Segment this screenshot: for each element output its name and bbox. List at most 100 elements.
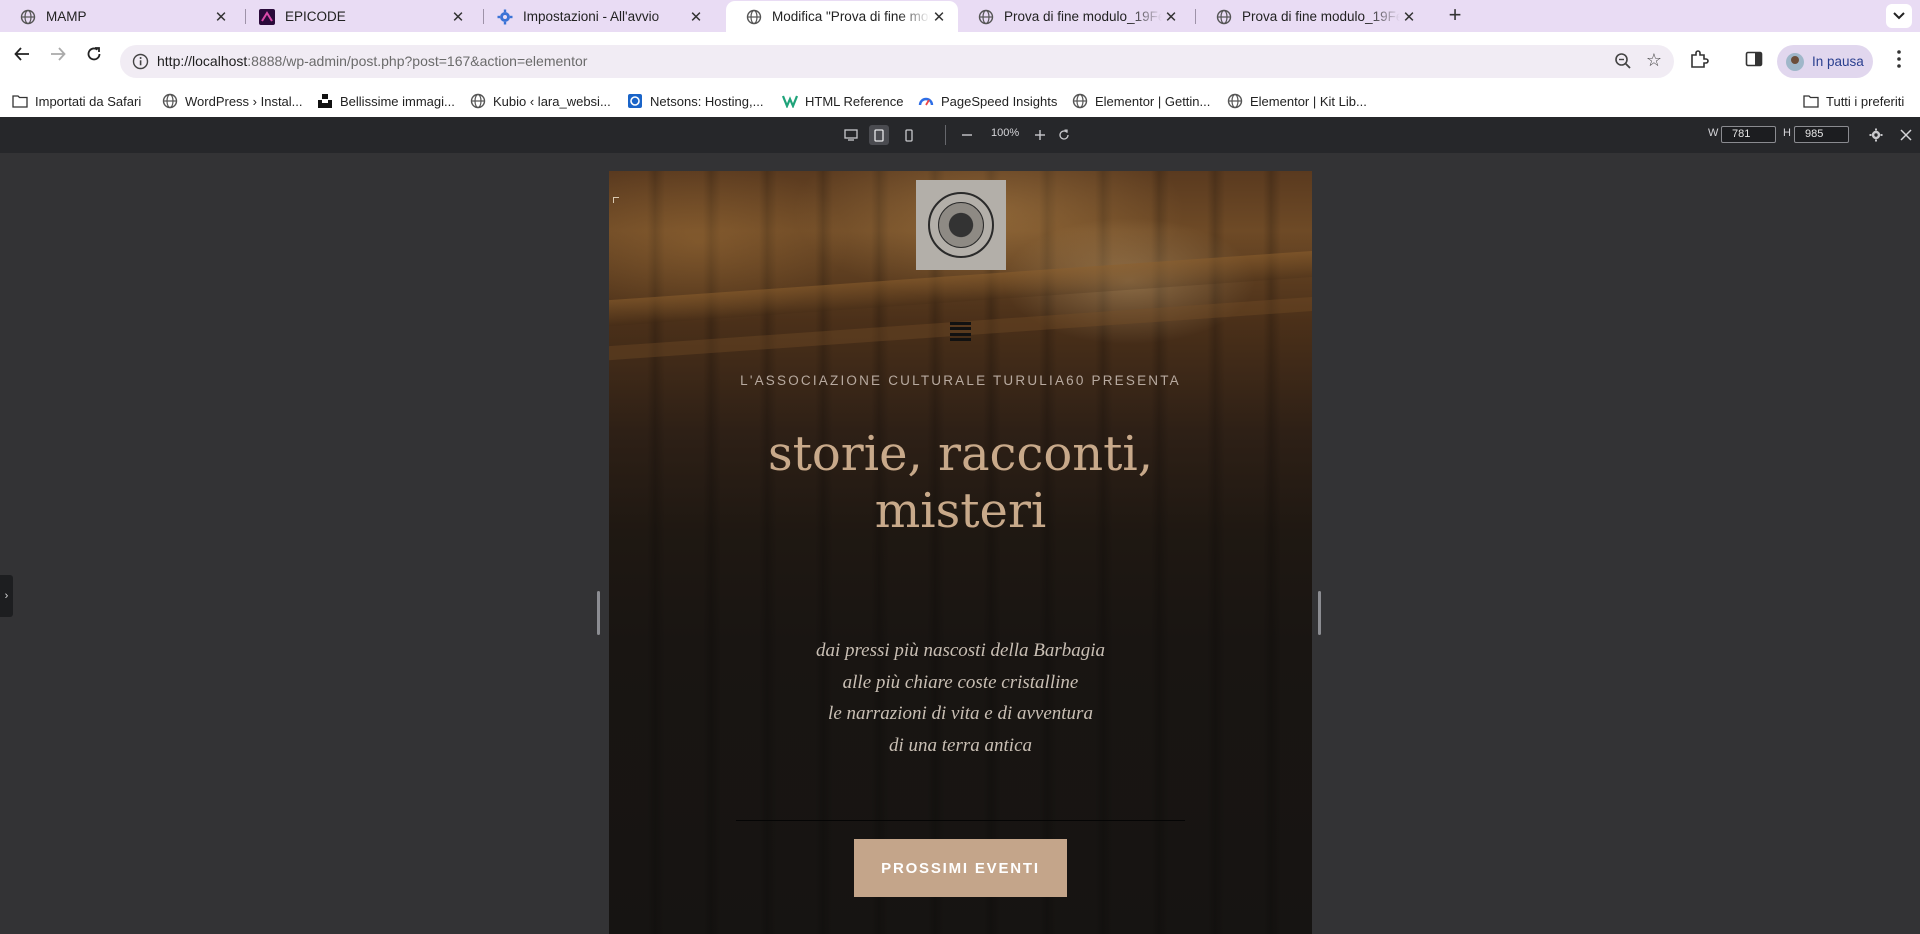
close-icon[interactable]: ✕ (687, 8, 705, 26)
profile-button[interactable]: In pausa (1777, 45, 1873, 78)
address-bar[interactable]: http://localhost:8888/wp-admin/post.php?… (120, 45, 1674, 78)
tab-mamp[interactable]: MAMP ✕ (0, 1, 240, 32)
tab-settings[interactable]: Impostazioni - All'avvio ✕ (477, 1, 715, 32)
chevron-down-icon (1893, 12, 1905, 20)
hero-headline: storie, racconti, misteri (767, 426, 1154, 539)
epicode-icon (259, 8, 275, 25)
globe-icon (162, 93, 178, 109)
zoom-icon[interactable] (1614, 52, 1632, 70)
bookmark-html-reference[interactable]: HTML Reference (782, 89, 904, 113)
close-icon[interactable]: ✕ (1162, 8, 1180, 26)
arrow-left-icon (14, 47, 29, 61)
settings-button[interactable] (1866, 125, 1886, 145)
extensions-icon[interactable] (1688, 48, 1710, 70)
globe-icon (746, 9, 762, 25)
tab-preview-2[interactable]: Prova di fine modulo_19Febbraio ✕ (1196, 1, 1428, 32)
tab-search-button[interactable] (1886, 4, 1912, 28)
html-reference-icon (782, 93, 798, 109)
globe-icon (1072, 93, 1088, 109)
new-tab-button[interactable]: + (1443, 4, 1467, 28)
tab-title: Prova di fine modulo_19Febbraio (1242, 9, 1400, 24)
tab-title: Prova di fine modulo_19Febbraio (1004, 9, 1162, 24)
divider (736, 820, 1185, 821)
arrow-right-icon (51, 47, 66, 61)
close-icon[interactable]: ✕ (1400, 8, 1418, 26)
height-input[interactable]: 985 (1794, 126, 1849, 143)
bookmark-netsons[interactable]: Netsons: Hosting,... (627, 89, 763, 113)
tablet-device-button[interactable] (869, 125, 889, 145)
hero-kicker: L'ASSOCIAZIONE CULTURALE TURULIA60 PRESE… (740, 373, 1181, 388)
reset-icon (1059, 129, 1069, 140)
globe-icon (20, 9, 36, 25)
zoom-in-button[interactable] (1030, 125, 1050, 145)
tab-title: Impostazioni - All'avvio (523, 9, 660, 24)
minus-icon (962, 134, 972, 136)
tab-epicode[interactable]: EPICODE ✕ (239, 1, 477, 32)
bookmark-star-icon[interactable]: ☆ (1646, 50, 1662, 71)
more-menu-icon[interactable] (1893, 48, 1905, 70)
resize-handle-right[interactable] (1318, 591, 1321, 635)
mobile-device-button[interactable] (899, 125, 919, 145)
tab-strip: MAMP ✕ EPICODE ✕ Impostazioni - All'avvi… (0, 0, 1920, 32)
bookmark-all-favorites[interactable]: Tutti i preferiti (1803, 89, 1904, 113)
bookmark-elementor-kit-library[interactable]: Elementor | Kit Lib... (1227, 89, 1367, 113)
gear-icon (497, 9, 513, 25)
zoom-level: 100% (991, 127, 1020, 139)
close-icon[interactable]: ✕ (930, 8, 948, 26)
pagespeed-icon (918, 93, 934, 109)
height-label: H (1783, 127, 1791, 139)
resize-handle-left[interactable] (597, 591, 600, 635)
site-info-icon[interactable] (132, 53, 149, 70)
bookmark-wordpress[interactable]: WordPress › Instal... (162, 89, 303, 113)
tab-preview-1[interactable]: Prova di fine modulo_19Febbraio ✕ (958, 1, 1190, 32)
unsplash-icon (317, 93, 333, 109)
page-preview: L'ASSOCIAZIONE CULTURALE TURULIA60 PRESE… (609, 171, 1312, 934)
tab-title: Modifica "Prova di fine modulo (772, 9, 930, 24)
editor-canvas: › L'ASSOCIAZIONE CULTURALE TURULIA60 PRE… (0, 153, 1920, 934)
close-icon[interactable]: ✕ (449, 8, 467, 26)
side-panel-icon[interactable] (1743, 48, 1765, 70)
netsons-icon (627, 93, 643, 109)
folder-icon (1803, 93, 1819, 109)
forward-button[interactable] (44, 40, 72, 68)
close-icon (1900, 129, 1912, 141)
reload-icon (87, 47, 101, 61)
reset-zoom-button[interactable] (1054, 125, 1074, 145)
plus-icon (1035, 130, 1045, 140)
tab-elementor-editor[interactable]: Modifica "Prova di fine modulo ✕ (726, 1, 958, 32)
bookmark-unsplash[interactable]: Bellissime immagi... (317, 89, 455, 113)
globe-icon (1227, 93, 1243, 109)
tablet-icon (874, 128, 884, 142)
tab-title: EPICODE (285, 9, 346, 24)
panel-toggle-button[interactable]: › (0, 575, 13, 617)
upcoming-events-button[interactable]: PROSSIMI EVENTI (854, 839, 1067, 897)
globe-icon (978, 9, 994, 25)
responsive-toolbar: 100% W 781 H 985 (0, 117, 1920, 153)
url-text[interactable]: http://localhost:8888/wp-admin/post.php?… (157, 53, 587, 69)
hero-poem: dai pressi più nascosti della Barbagia a… (815, 640, 1106, 756)
browser-toolbar: http://localhost:8888/wp-admin/post.php?… (0, 32, 1920, 117)
bookmark-pagespeed[interactable]: PageSpeed Insights (918, 89, 1057, 113)
back-button[interactable] (8, 40, 36, 68)
gear-icon (1869, 128, 1883, 142)
section-handle[interactable] (613, 197, 619, 203)
profile-status: In pausa (1812, 54, 1864, 69)
bookmark-kubio[interactable]: Kubio ‹ lara_websi... (470, 89, 611, 113)
desktop-device-button[interactable] (841, 125, 861, 145)
folder-icon (12, 93, 28, 109)
close-icon[interactable]: ✕ (212, 8, 230, 26)
seal-icon (928, 192, 994, 258)
avatar (1786, 52, 1804, 71)
reload-button[interactable] (80, 40, 108, 68)
desktop-icon (844, 129, 858, 141)
bookmark-elementor-getting-started[interactable]: Elementor | Gettin... (1072, 89, 1210, 113)
globe-icon (470, 93, 486, 109)
width-label: W (1708, 127, 1719, 139)
hamburger-menu-icon[interactable] (950, 322, 971, 341)
bookmark-importati-da-safari[interactable]: Importati da Safari (12, 89, 141, 113)
tab-title: MAMP (46, 9, 87, 24)
site-logo[interactable] (916, 180, 1006, 270)
zoom-out-button[interactable] (957, 125, 977, 145)
close-responsive-button[interactable] (1896, 125, 1916, 145)
width-input[interactable]: 781 (1721, 126, 1776, 143)
